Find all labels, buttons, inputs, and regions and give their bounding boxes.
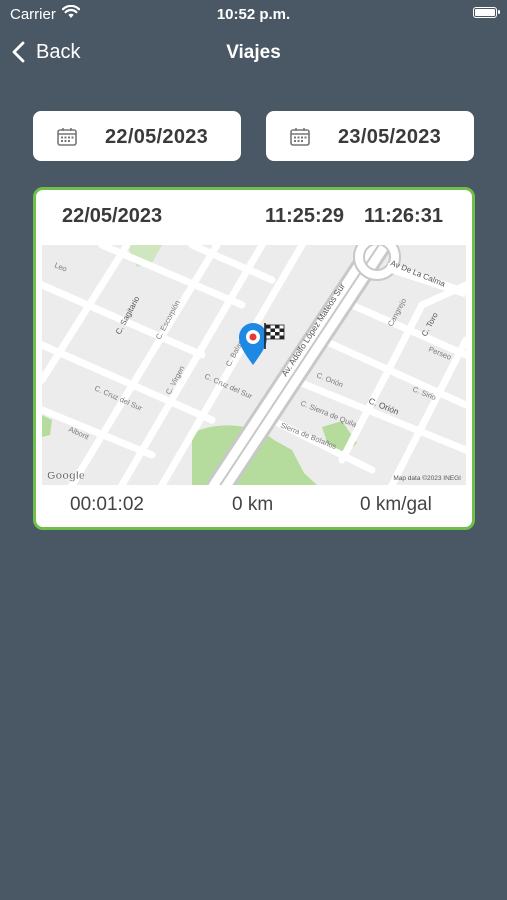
calendar-icon (57, 128, 77, 146)
date-from-value: 22/05/2023 (105, 126, 209, 148)
trip-date: 22/05/2023 (62, 205, 163, 227)
calendar-icon (290, 128, 310, 146)
trip-card[interactable]: 22/05/2023 11:25:29 11:26:31 Leo C. Sagi… (33, 187, 475, 530)
trip-end-time: 11:26:31 (364, 205, 443, 227)
trip-map[interactable]: Leo C. Sagitario C. Escorpión C. Virgen … (42, 245, 466, 485)
navigation-bar: Back Viajes (0, 28, 507, 78)
page-title: Viajes (226, 42, 281, 63)
status-time: 10:52 p.m. (216, 6, 291, 23)
trip-start-time: 11:25:29 (265, 205, 344, 227)
battery-icon (473, 7, 500, 18)
trip-consumption: 0 km/gal (360, 494, 432, 515)
date-from-picker[interactable]: 22/05/2023 (33, 111, 241, 161)
date-to-value: 23/05/2023 (338, 126, 442, 148)
trip-duration: 00:01:02 (70, 494, 144, 515)
status-bar: Carrier 10:52 p.m. (0, 0, 507, 28)
date-to-picker[interactable]: 23/05/2023 (266, 111, 474, 161)
google-logo: Google (47, 470, 85, 482)
trip-distance: 0 km (232, 494, 274, 515)
map-attribution: Map data ©2023 INEGI (393, 474, 461, 482)
